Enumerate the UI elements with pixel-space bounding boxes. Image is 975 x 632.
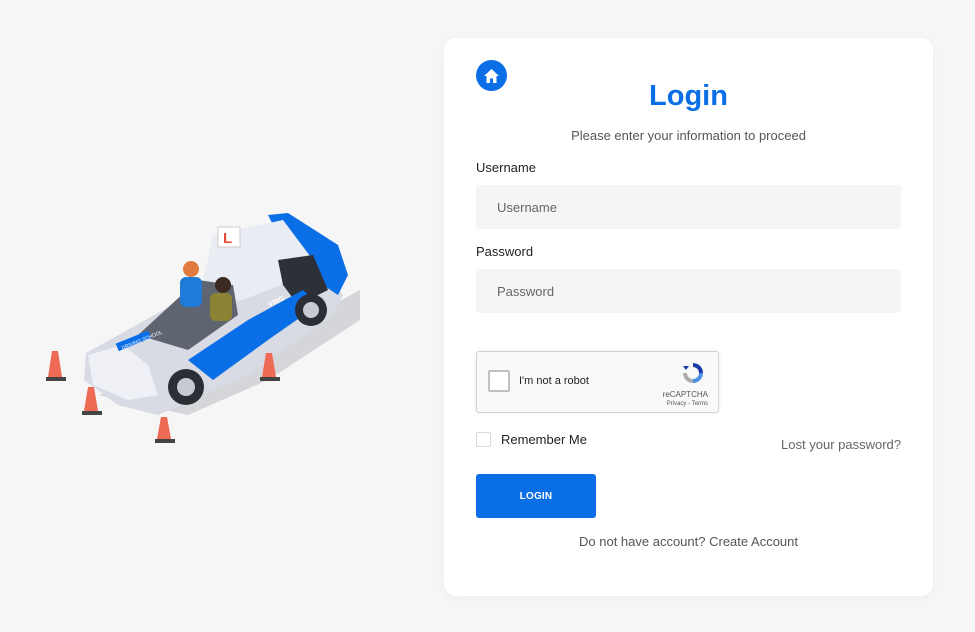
traffic-cone-icon xyxy=(46,351,66,381)
recaptcha-logo-icon xyxy=(683,363,703,383)
remember-me-checkbox[interactable] xyxy=(476,432,491,447)
driving-school-car-illustration: DRIVING SCHOOL VING L xyxy=(46,213,360,443)
recaptcha-widget: I'm not a robot reCAPTCHA Privacy - Term… xyxy=(476,351,719,413)
no-account-text: Do not have account? xyxy=(579,534,706,549)
login-card: Login Please enter your information to p… xyxy=(444,38,933,596)
recaptcha-brand: reCAPTCHA xyxy=(662,390,708,399)
recaptcha-links[interactable]: Privacy - Terms xyxy=(667,401,708,407)
login-button[interactable]: LOGIN xyxy=(476,474,596,518)
password-input[interactable] xyxy=(476,269,901,313)
recaptcha-checkbox[interactable] xyxy=(488,370,510,392)
create-account-link[interactable]: Create Account xyxy=(709,534,798,549)
lost-password-link[interactable]: Lost your password? xyxy=(781,437,901,452)
remember-me-toggle[interactable]: Remember Me xyxy=(476,432,587,447)
password-label: Password xyxy=(476,244,534,259)
page-subtitle: Please enter your information to proceed xyxy=(571,128,806,143)
learner-sign: L xyxy=(223,230,232,247)
remember-me-label: Remember Me xyxy=(501,432,587,447)
username-input[interactable] xyxy=(476,185,901,229)
signup-prompt: Do not have account? Create Account xyxy=(444,534,933,549)
recaptcha-label: I'm not a robot xyxy=(519,375,589,387)
traffic-cone-icon xyxy=(155,417,175,443)
traffic-cone-icon xyxy=(82,387,102,415)
page-title: Login xyxy=(649,80,728,112)
username-label: Username xyxy=(476,160,536,175)
